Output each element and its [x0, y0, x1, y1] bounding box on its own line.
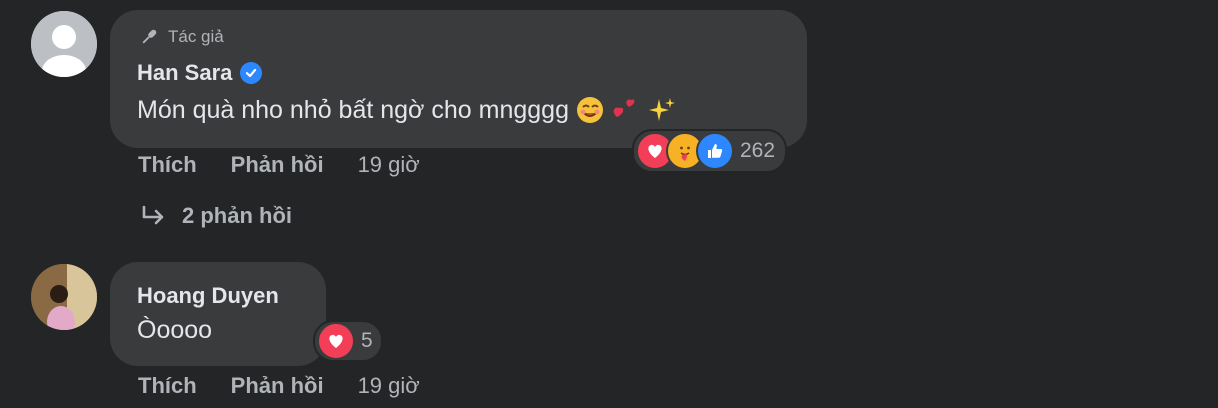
author-badge: Tác giả — [138, 26, 224, 48]
reaction-count: 262 — [740, 139, 776, 162]
default-avatar-icon — [31, 11, 97, 77]
comment-author-name[interactable]: Hoang Duyen — [137, 283, 279, 309]
reaction-summary[interactable]: 5 — [313, 320, 383, 362]
like-button[interactable]: Thích — [138, 152, 197, 178]
verified-badge-icon — [240, 62, 263, 84]
reaction-summary[interactable]: 262 — [632, 129, 788, 173]
two-hearts-emoji-icon — [613, 99, 635, 117]
author-badge-label: Tác giả — [168, 27, 224, 46]
view-replies-label[interactable]: 2 phản hồi — [182, 203, 292, 229]
smiling-face-emoji-icon — [577, 97, 603, 123]
user-photo-icon — [31, 264, 97, 330]
comment-actions: Thích Phản hồi 19 giờ — [138, 373, 420, 399]
comment-actions: Thích Phản hồi 19 giờ — [138, 152, 420, 178]
comment-text: Món quà nho nhỏ bất ngờ cho mngggg — [137, 95, 677, 125]
sparkles-emoji-icon — [649, 98, 675, 121]
microphone-icon — [142, 29, 157, 44]
comment-author-name[interactable]: Han Sara — [137, 60, 232, 86]
love-reaction-icon — [317, 322, 355, 360]
reaction-count: 5 — [361, 329, 373, 352]
comment-body: Món quà nho nhỏ bất ngờ cho mngggg — [137, 95, 569, 124]
view-replies-link[interactable]: 2 phản hồi — [140, 203, 292, 229]
like-reaction-icon — [696, 132, 734, 170]
comment-timestamp[interactable]: 19 giờ — [358, 152, 420, 178]
comment-author: Han Sara — [137, 60, 263, 86]
reply-button[interactable]: Phản hồi — [231, 152, 324, 178]
avatar[interactable] — [31, 264, 97, 330]
comment-body: Òoooo — [137, 316, 213, 344]
avatar[interactable] — [31, 11, 97, 77]
reply-button[interactable]: Phản hồi — [231, 373, 324, 399]
comment-bubble — [110, 262, 326, 366]
comment-timestamp[interactable]: 19 giờ — [358, 373, 420, 399]
like-button[interactable]: Thích — [138, 373, 197, 399]
reply-arrow-icon — [142, 205, 164, 225]
